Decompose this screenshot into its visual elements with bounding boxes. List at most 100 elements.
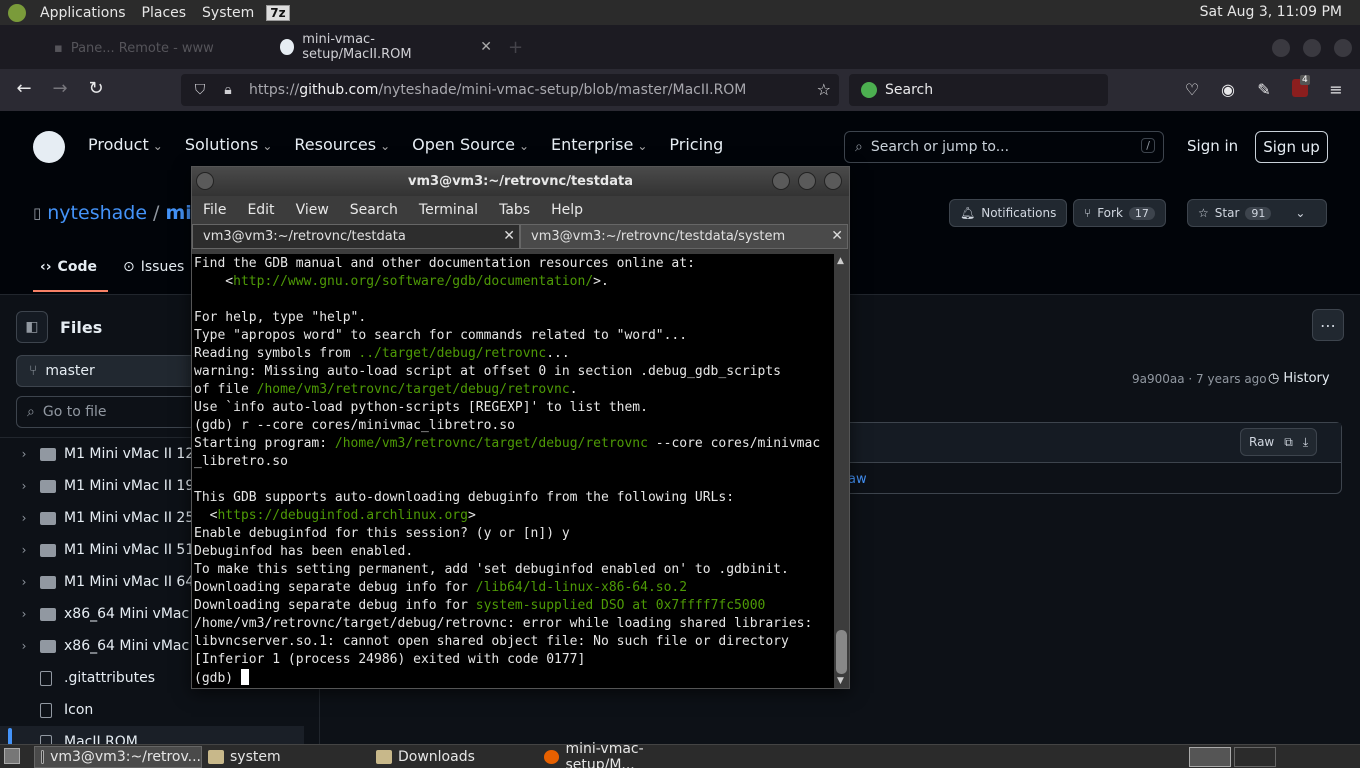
workspace-2[interactable] — [1234, 747, 1276, 767]
scroll-down-icon[interactable]: ▼ — [837, 676, 844, 686]
maximize-icon[interactable] — [798, 172, 816, 190]
chevron-down-icon[interactable]: ⌄ — [1295, 206, 1305, 220]
gnome-foot-icon[interactable] — [8, 3, 26, 22]
menu-applications[interactable]: Applications — [32, 5, 134, 21]
fork-button[interactable]: ⑂ Fork 17 — [1073, 199, 1166, 227]
scroll-up-icon[interactable]: ▲ — [837, 256, 844, 266]
download-icon[interactable]: ⤓ — [1303, 435, 1308, 450]
tracking-shield-icon[interactable]: ⛉ — [191, 82, 209, 98]
nav-product[interactable]: Product ⌄ — [88, 135, 163, 154]
url-bar[interactable]: ⛉ 🔒︎ https://github.com/nyteshade/mini-v… — [181, 74, 839, 106]
minimize-window-icon[interactable] — [1272, 39, 1290, 57]
more-options-icon[interactable]: ⋯ — [1312, 309, 1344, 341]
task-system-folder[interactable]: system — [202, 746, 368, 768]
panel-clock[interactable]: Sat Aug 3, 11:09 PM — [1200, 4, 1342, 20]
new-tab-icon[interactable]: + — [508, 37, 523, 58]
star-button[interactable]: ☆ Star 91 ⌄ — [1187, 199, 1327, 227]
browser-search-box[interactable]: Search — [849, 74, 1108, 106]
terminal-output[interactable]: Find the GDB manual and other documentat… — [192, 254, 834, 688]
pocket-icon[interactable]: ♡ — [1182, 80, 1202, 99]
github-search-input[interactable]: ⌕ Search or jump to... / — [844, 131, 1164, 163]
close-window-icon[interactable] — [1334, 39, 1352, 57]
latest-commit-info[interactable]: 9a900aa · 7 years ago — [1132, 372, 1267, 386]
notifications-button[interactable]: 🔔︎ Notifications — [949, 199, 1068, 227]
nav-resources[interactable]: Resources ⌄ — [294, 135, 390, 154]
maximize-window-icon[interactable] — [1303, 39, 1321, 57]
nav-enterprise[interactable]: Enterprise ⌄ — [551, 135, 647, 154]
close-tab-icon[interactable]: ✕ — [503, 228, 515, 244]
forward-arrow-icon[interactable]: → — [48, 78, 72, 99]
terminal-line: Downloading separate debug info for syst… — [194, 598, 766, 613]
reload-icon[interactable]: ↻ — [84, 78, 108, 99]
repo-owner-link[interactable]: nyteshade — [47, 202, 147, 224]
sign-up-button[interactable]: Sign up — [1255, 131, 1328, 163]
terminal-menu-help[interactable]: Help — [551, 202, 583, 218]
close-tab-icon[interactable]: ✕ — [480, 39, 492, 55]
close-icon[interactable] — [824, 172, 842, 190]
chevron-right-icon: › — [21, 511, 27, 525]
chevron-down-icon: ⌄ — [518, 139, 530, 153]
browser-tab-inactive[interactable]: ▪ Pane... Remote - www — [50, 33, 260, 63]
nav-solutions[interactable]: Solutions ⌄ — [185, 135, 273, 154]
hamburger-menu-icon[interactable]: ≡ — [1326, 80, 1346, 99]
extensions-icon[interactable]: ✎ — [1254, 80, 1274, 99]
scrollbar-thumb[interactable] — [836, 630, 847, 674]
terminal-menu-file[interactable]: File — [203, 202, 226, 218]
tab-issues[interactable]: ⊙ Issues — [123, 259, 184, 275]
branch-selector[interactable]: ⑂ master — [16, 355, 196, 387]
task-firefox[interactable]: mini-vmac-setup/M... — [538, 741, 708, 768]
history-button[interactable]: ◷ History — [1268, 371, 1330, 386]
menu-system[interactable]: System — [194, 5, 262, 21]
github-logo-icon[interactable] — [33, 131, 65, 163]
search-engine-icon — [861, 82, 877, 98]
chevron-down-icon: ⌄ — [380, 139, 391, 153]
terminal-scrollbar[interactable]: ▲ ▼ — [834, 254, 849, 688]
account-icon[interactable]: ◉ — [1218, 80, 1238, 99]
window-menu-icon[interactable] — [196, 172, 214, 190]
repo-book-icon: ▯ — [33, 204, 42, 222]
branch-icon: ⑂ — [29, 363, 38, 379]
terminal-titlebar[interactable]: vm3@vm3:~/retrovnc/testdata — [192, 167, 849, 196]
terminal-path-link[interactable]: ../target/debug/retrovnc — [358, 346, 546, 361]
lock-icon[interactable]: 🔒︎ — [219, 82, 237, 98]
terminal-path-link[interactable]: /home/vm3/retrovnc/target/debug/retrovnc — [257, 382, 570, 397]
browser-tab-active[interactable]: mini-vmac-setup/MacII.ROM ✕ — [268, 31, 492, 63]
raw-button[interactable]: Raw ⧉ ⤓ — [1240, 428, 1318, 456]
terminal-tab-inactive[interactable]: vm3@vm3:~/retrovnc/testdata/system ✕ — [520, 224, 848, 249]
terminal-line: warning: Missing auto-load script at off… — [194, 364, 781, 379]
bookmark-star-icon[interactable]: ☆ — [817, 80, 831, 99]
terminal-path-link[interactable]: https://debuginfod.archlinux.org — [217, 508, 467, 523]
7zip-launcher-icon[interactable]: 7z — [266, 4, 290, 21]
show-desktop-icon[interactable] — [4, 748, 20, 764]
view-raw-link[interactable]: aw — [848, 472, 867, 487]
chevron-down-icon: ⌄ — [637, 139, 648, 153]
nav-pricing[interactable]: Pricing — [669, 135, 723, 154]
minimize-icon[interactable] — [772, 172, 790, 190]
task-downloads-folder[interactable]: Downloads — [370, 746, 536, 768]
copy-icon[interactable]: ⧉ — [1284, 435, 1293, 450]
terminal-menu-view[interactable]: View — [296, 202, 329, 218]
task-terminal[interactable]: vm3@vm3:~/retrov... — [34, 746, 202, 768]
sign-in-link[interactable]: Sign in — [1187, 137, 1238, 155]
files-header: ◧ Files — [16, 311, 102, 343]
back-arrow-icon[interactable]: ← — [12, 78, 36, 99]
terminal-path-link[interactable]: /home/vm3/retrovnc/target/debug/retrovnc — [335, 436, 648, 451]
terminal-tab-active[interactable]: vm3@vm3:~/retrovnc/testdata ✕ — [192, 224, 520, 249]
terminal-menu-tabs[interactable]: Tabs — [499, 202, 530, 218]
terminal-path-link[interactable]: /lib64/ld-linux-x86-64.so.2 — [476, 580, 687, 595]
tree-item-file[interactable]: Icon — [0, 694, 320, 726]
workspace-1[interactable] — [1189, 747, 1231, 767]
go-to-file-input[interactable]: ⌕ Go to file — [16, 396, 196, 428]
tab-code[interactable]: ‹› Code — [40, 259, 97, 275]
chevron-right-icon: › — [21, 447, 27, 461]
terminal-menu-terminal[interactable]: Terminal — [419, 202, 478, 218]
terminal-path-link[interactable]: system-supplied DSO at 0x7ffff7fc5000 — [476, 598, 766, 613]
collapse-sidebar-icon[interactable]: ◧ — [16, 311, 48, 343]
close-tab-icon[interactable]: ✕ — [831, 228, 843, 244]
terminal-path-link[interactable]: http://www.gnu.org/software/gdb/document… — [233, 274, 593, 289]
browser-tab-bar: ▪ Pane... Remote - www mini-vmac-setup/M… — [0, 25, 1360, 69]
menu-places[interactable]: Places — [134, 5, 195, 21]
terminal-menu-edit[interactable]: Edit — [247, 202, 274, 218]
nav-open-source[interactable]: Open Source ⌄ — [412, 135, 529, 154]
terminal-menu-search[interactable]: Search — [350, 202, 398, 218]
